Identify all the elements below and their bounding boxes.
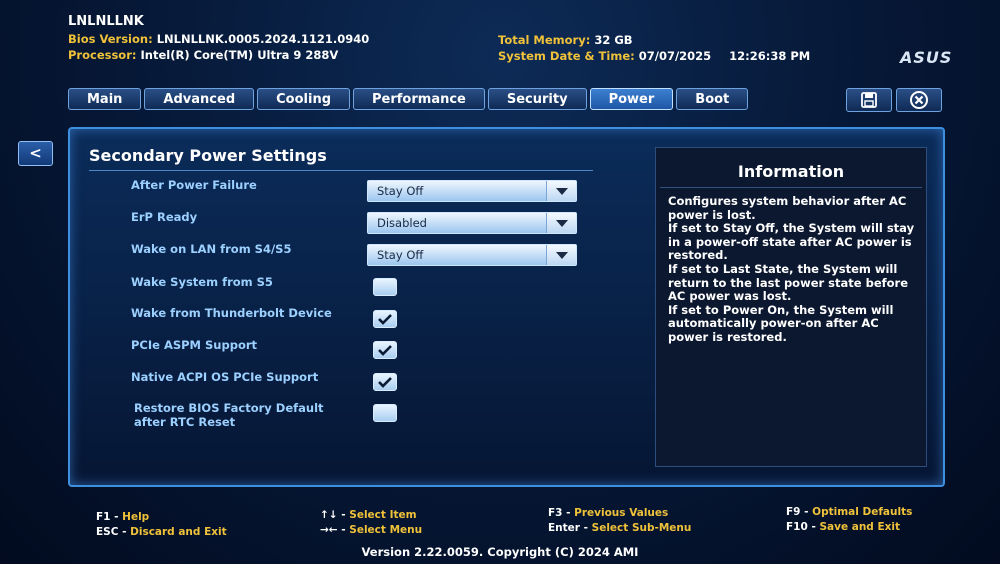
pcie-aspm-label: PCIe ASPM Support (131, 338, 258, 352)
esc-hint: ESC - Discard and Exit (96, 526, 227, 538)
information-divider (660, 187, 922, 188)
previous-values-hint: F3 - Previous Values (548, 507, 668, 519)
system-datetime: System Date & Time: 07/07/2025 12:26:38 … (498, 49, 810, 63)
esc-key: ESC - (96, 526, 131, 538)
checkmark-icon (378, 314, 392, 325)
wake-on-lan-label: Wake on LAN from S4/S5 (131, 242, 292, 256)
wake-thunderbolt-label: Wake from Thunderbolt Device (131, 306, 332, 320)
enter-desc: Select Sub-Menu (591, 522, 692, 534)
f1-desc: Help (122, 511, 150, 523)
total-memory-value: 32 GB (594, 33, 633, 47)
f10-desc: Save and Exit (819, 521, 901, 533)
erp-ready-dropdown[interactable]: Disabled (367, 212, 577, 234)
native-acpi-checkbox[interactable] (373, 373, 397, 391)
processor-label: Processor: (68, 48, 137, 62)
total-memory: Total Memory: 32 GB (498, 33, 633, 47)
information-title: Information (737, 162, 845, 181)
after-power-failure-label: After Power Failure (131, 178, 257, 192)
sub-menu-hint: Enter - Select Sub-Menu (548, 522, 691, 534)
wake-s5-label: Wake System from S5 (131, 275, 273, 289)
version-copyright: Version 2.22.0059. Copyright (C) 2024 AM… (361, 545, 639, 559)
asus-logo: ASUS (900, 48, 953, 67)
information-text: Configures system behavior after AC powe… (668, 194, 915, 344)
enter-key: Enter - (548, 522, 592, 534)
erp-ready-label: ErP Ready (131, 210, 198, 224)
arrows-ud-desc: Select Item (349, 509, 417, 521)
section-divider (89, 170, 593, 171)
after-power-failure-dropdown[interactable]: Stay Off (367, 180, 577, 202)
system-time[interactable]: 12:26:38 PM (729, 49, 810, 63)
select-menu-hint: →← - Select Menu (320, 524, 422, 536)
f9-desc: Optimal Defaults (812, 506, 913, 518)
pcie-aspm-checkbox[interactable] (373, 341, 397, 359)
wake-on-lan-value: Stay Off (377, 248, 424, 262)
f1-key: F1 - (96, 511, 123, 523)
tab-boot[interactable]: Boot (676, 88, 749, 110)
board-name: LNLNLLNK (68, 14, 144, 29)
wake-s5-checkbox[interactable] (373, 278, 397, 296)
processor: Processor: Intel(R) Core(TM) Ultra 9 288… (68, 48, 338, 62)
system-date[interactable]: 07/07/2025 (639, 49, 711, 63)
wake-thunderbolt-checkbox[interactable] (373, 310, 397, 328)
save-button[interactable] (846, 88, 892, 112)
chevron-down-icon (546, 245, 576, 265)
f9-key: F9 - (786, 506, 813, 518)
system-datetime-label: System Date & Time: (498, 49, 635, 63)
restore-defaults-line1: Restore BIOS Factory Default (134, 401, 324, 415)
wake-on-lan-dropdown[interactable]: Stay Off (367, 244, 577, 266)
chevron-down-icon (546, 181, 576, 201)
tab-advanced[interactable]: Advanced (144, 88, 255, 110)
select-item-hint: ↑↓ - Select Item (320, 509, 417, 521)
tab-performance[interactable]: Performance (353, 88, 485, 110)
f3-desc: Previous Values (574, 507, 669, 519)
restore-defaults-checkbox[interactable] (373, 404, 397, 422)
close-icon (910, 91, 928, 109)
bios-version-value: LNLNLLNK.0005.2024.1121.0940 (156, 32, 370, 46)
help-hint: F1 - Help (96, 511, 149, 523)
erp-ready-value: Disabled (377, 216, 427, 230)
checkmark-icon (378, 377, 392, 388)
bios-version: Bios Version: LNLNLLNK.0005.2024.1121.09… (68, 32, 369, 46)
save-icon (861, 92, 877, 108)
tab-power[interactable]: Power (589, 88, 674, 110)
arrows-lr-key: →← - (320, 524, 350, 536)
native-acpi-label: Native ACPI OS PCIe Support (131, 370, 319, 384)
processor-value: Intel(R) Core(TM) Ultra 9 288V (140, 48, 339, 62)
after-power-failure-value: Stay Off (377, 184, 424, 198)
arrows-lr-desc: Select Menu (349, 524, 423, 536)
total-memory-label: Total Memory: (498, 33, 591, 47)
back-button[interactable]: < (18, 141, 53, 166)
menu-tabs: Main Advanced Cooling Performance Securi… (68, 88, 749, 112)
section-title: Secondary Power Settings (89, 146, 327, 165)
exit-button[interactable] (896, 88, 942, 112)
checkmark-icon (378, 345, 392, 356)
restore-defaults-label: Restore BIOS Factory Default after RTC R… (134, 401, 324, 429)
tab-main[interactable]: Main (68, 88, 142, 110)
tab-security[interactable]: Security (487, 88, 587, 110)
save-exit-hint: F10 - Save and Exit (786, 521, 900, 533)
f3-key: F3 - (548, 507, 575, 519)
restore-defaults-line2: after RTC Reset (134, 415, 236, 429)
f10-key: F10 - (786, 521, 820, 533)
arrows-ud-key: ↑↓ - (320, 509, 350, 521)
esc-desc: Discard and Exit (130, 526, 227, 538)
tab-cooling[interactable]: Cooling (257, 88, 351, 110)
optimal-defaults-hint: F9 - Optimal Defaults (786, 506, 912, 518)
bios-version-label: Bios Version: (68, 32, 153, 46)
chevron-down-icon (546, 213, 576, 233)
